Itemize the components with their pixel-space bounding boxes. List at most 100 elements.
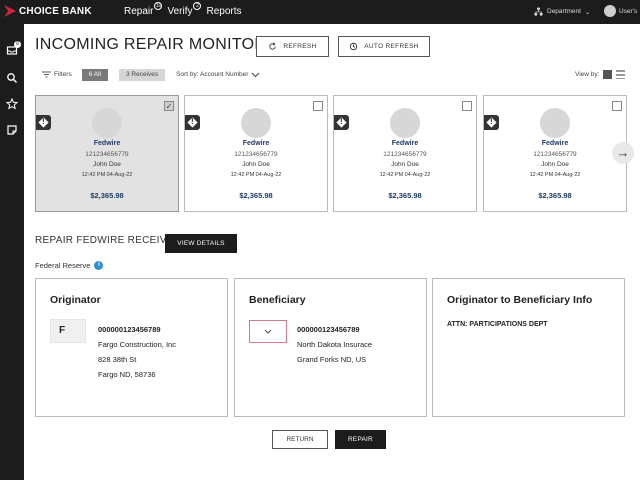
top-bar: CHOICE BANK Repair 10 Verify 2 Reports D… xyxy=(0,0,640,24)
left-sidebar: 8 xyxy=(0,24,24,480)
card-name: John Doe xyxy=(391,161,419,168)
search-icon[interactable] xyxy=(5,72,19,86)
department-label: Department xyxy=(547,8,581,15)
star-icon[interactable] xyxy=(5,97,19,112)
note-icon[interactable] xyxy=(5,124,19,138)
beneficiary-title: Beneficiary xyxy=(249,294,306,306)
card-name: John Doe xyxy=(242,161,270,168)
avatar xyxy=(92,108,122,138)
nav-verify[interactable]: Verify 2 xyxy=(167,2,202,17)
chevron-down-icon xyxy=(252,72,260,77)
avatar xyxy=(241,108,271,138)
transfer-card[interactable]: ! Fedwire 121234656779 John Doe 12:42 PM… xyxy=(184,95,328,212)
view-details-button[interactable]: VIEW DETAILS xyxy=(165,234,237,253)
refresh-label: REFRESH xyxy=(283,43,317,50)
chip-all[interactable]: 6 All xyxy=(81,68,108,81)
beneficiary-select[interactable] xyxy=(249,320,287,343)
auto-refresh-icon xyxy=(350,42,358,51)
page-title: INCOMING REPAIR MONITOR xyxy=(35,36,267,53)
view-by: View by: xyxy=(575,70,626,79)
nav-verify-badge: 2 xyxy=(193,2,202,10)
department-dropdown[interactable]: Department ⌄ xyxy=(534,7,590,16)
logo-text: CHOICE BANK xyxy=(19,5,92,17)
beneficiary-line1: North Dakota Insurace xyxy=(297,340,373,349)
refresh-icon xyxy=(269,42,277,50)
user-menu[interactable]: User's xyxy=(604,5,637,17)
originator-panel: Originator F 000000123456789 Fargo Const… xyxy=(35,278,228,417)
card-amount: $2,365.98 xyxy=(239,191,273,200)
originator-address: 000000123456789 Fargo Construction, Inc … xyxy=(98,322,176,382)
federal-reserve-label: Federal Reserve xyxy=(35,261,91,270)
next-arrow-icon[interactable]: → xyxy=(612,142,634,164)
originator-line2: 828 38th St xyxy=(98,355,137,364)
logo-mark-icon xyxy=(4,5,16,17)
nav-reports-label: Reports xyxy=(206,6,242,17)
org-chart-icon xyxy=(534,7,543,16)
auto-refresh-label: AUTO REFRESH xyxy=(364,43,419,50)
main-nav: Repair 10 Verify 2 Reports xyxy=(124,2,242,17)
card-checkbox[interactable] xyxy=(313,101,323,111)
beneficiary-address: 000000123456789 North Dakota Insurace Gr… xyxy=(297,322,372,367)
auto-refresh-button[interactable]: AUTO REFRESH xyxy=(338,36,430,57)
card-checkbox[interactable] xyxy=(462,101,472,111)
originator-line3: Fargo ND, 58736 xyxy=(98,370,156,379)
transfer-card[interactable]: ! Fedwire 121234656779 John Doe 12:42 PM… xyxy=(333,95,477,212)
chevron-down-icon: ⌄ xyxy=(584,8,591,16)
info-panel-title: Originator to Beneficiary Info xyxy=(447,294,593,306)
nav-reports[interactable]: Reports xyxy=(206,6,241,17)
transfer-card[interactable]: ✓ ! Fedwire 121234656779 John Doe 12:42 … xyxy=(35,95,179,212)
alert-icon: ! xyxy=(484,115,499,130)
info-icon[interactable]: i xyxy=(94,261,104,270)
card-checkbox[interactable]: ✓ xyxy=(164,101,174,111)
chip-receives[interactable]: 3 Receives xyxy=(119,68,166,81)
repair-button[interactable]: REPAIR xyxy=(335,430,386,449)
list-view-icon[interactable] xyxy=(616,70,626,79)
beneficiary-panel: Beneficiary 000000123456789 North Dakota… xyxy=(234,278,427,417)
view-by-label: View by: xyxy=(575,71,600,78)
card-account: 121234656779 xyxy=(533,151,577,158)
card-time: 12:42 PM 04-Aug-22 xyxy=(529,172,581,178)
card-name: John Doe xyxy=(541,161,569,168)
alert-icon: ! xyxy=(334,115,349,130)
chevron-down-icon xyxy=(264,329,272,334)
return-button[interactable]: RETURN xyxy=(272,430,328,449)
card-type: Fedwire xyxy=(93,140,121,147)
brand-logo[interactable]: CHOICE BANK xyxy=(4,5,92,17)
originator-select[interactable]: F xyxy=(50,319,86,343)
transfer-card[interactable]: ! Fedwire 121234656779 John Doe 12:42 PM… xyxy=(483,95,627,212)
nav-repair[interactable]: Repair 10 xyxy=(124,2,163,17)
inbox-badge: 8 xyxy=(14,41,21,48)
card-account: 121234656779 xyxy=(383,151,427,158)
card-account: 121234656779 xyxy=(85,151,129,158)
user-avatar xyxy=(604,5,616,17)
avatar xyxy=(390,108,420,138)
originator-account: 000000123456789 xyxy=(98,325,161,334)
filters-toggle[interactable]: Filters xyxy=(42,71,72,78)
inbox-icon[interactable]: 8 xyxy=(5,41,21,58)
originator-line1: Fargo Construction, Inc xyxy=(98,340,176,349)
section-title: REPAIR FEDWIRE RECEIVE xyxy=(35,235,174,246)
card-account: 121234656779 xyxy=(234,151,278,158)
sort-dropdown[interactable]: Sort by: Account Number xyxy=(176,71,260,78)
avatar xyxy=(540,108,570,138)
card-amount: $2,365.98 xyxy=(388,191,422,200)
card-type: Fedwire xyxy=(541,140,569,147)
alert-icon: ! xyxy=(185,115,200,130)
info-panel-text: ATTN: PARTICIPATIONS DEPT xyxy=(447,321,548,328)
grid-view-icon[interactable] xyxy=(603,70,613,79)
nav-repair-badge: 10 xyxy=(154,2,163,10)
card-amount: $2,365.98 xyxy=(90,191,124,200)
beneficiary-account: 000000123456789 xyxy=(297,325,360,334)
filters-row: Filters 6 All 3 Receives Sort by: Accoun… xyxy=(42,68,260,81)
card-amount: $2,365.98 xyxy=(538,191,572,200)
card-type: Fedwire xyxy=(242,140,270,147)
refresh-button[interactable]: REFRESH xyxy=(256,36,329,57)
card-type: Fedwire xyxy=(391,140,419,147)
federal-reserve: Federal Reserve i xyxy=(35,261,104,270)
card-checkbox[interactable] xyxy=(612,101,622,111)
beneficiary-line2: Grand Forks ND, US xyxy=(297,355,367,364)
card-time: 12:42 PM 04-Aug-22 xyxy=(230,172,282,178)
originator-to-beneficiary-panel: Originator to Beneficiary Info ATTN: PAR… xyxy=(432,278,625,417)
card-name: John Doe xyxy=(93,161,121,168)
user-label: User's xyxy=(619,7,638,15)
